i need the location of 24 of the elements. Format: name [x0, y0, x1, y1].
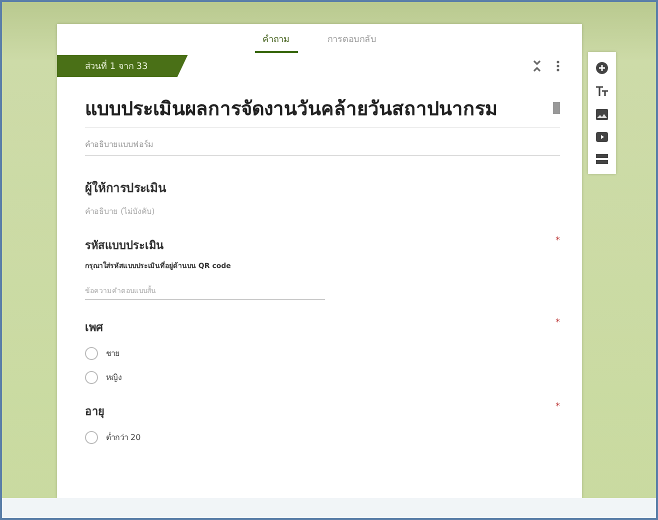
form-title[interactable]: แบบประเมินผลการจัดงานวันคล้ายวันสถาปนากรม: [85, 93, 547, 123]
required-mark: *: [556, 318, 560, 330]
radio-button[interactable]: [85, 371, 98, 384]
option-label[interactable]: หญิง: [106, 371, 122, 384]
question-title[interactable]: รหัสแบบประเมิน: [85, 236, 164, 254]
radio-button[interactable]: [85, 347, 98, 360]
section-badge: ส่วนที่ 1 จาก 33: [57, 55, 188, 77]
scrollbar-icon: [553, 100, 560, 116]
required-mark: *: [556, 402, 560, 414]
image-icon[interactable]: [596, 109, 608, 120]
question-title[interactable]: ผู้ให้การประเมิน: [85, 178, 166, 197]
video-icon[interactable]: [596, 132, 608, 142]
option-label[interactable]: ต่ำกว่า 20: [106, 431, 141, 444]
text-icon[interactable]: [596, 86, 608, 97]
required-mark: *: [556, 236, 560, 248]
more-icon[interactable]: [556, 60, 560, 72]
option-label[interactable]: ชาย: [106, 347, 120, 360]
tab[interactable]: คำถาม: [254, 30, 298, 53]
question-title[interactable]: เพศ: [85, 318, 103, 336]
section-icon[interactable]: [596, 154, 608, 164]
radio-button[interactable]: [85, 431, 98, 444]
question-title[interactable]: อายุ: [85, 402, 104, 420]
add-icon[interactable]: [596, 62, 608, 74]
collapse-icon[interactable]: [532, 60, 542, 72]
